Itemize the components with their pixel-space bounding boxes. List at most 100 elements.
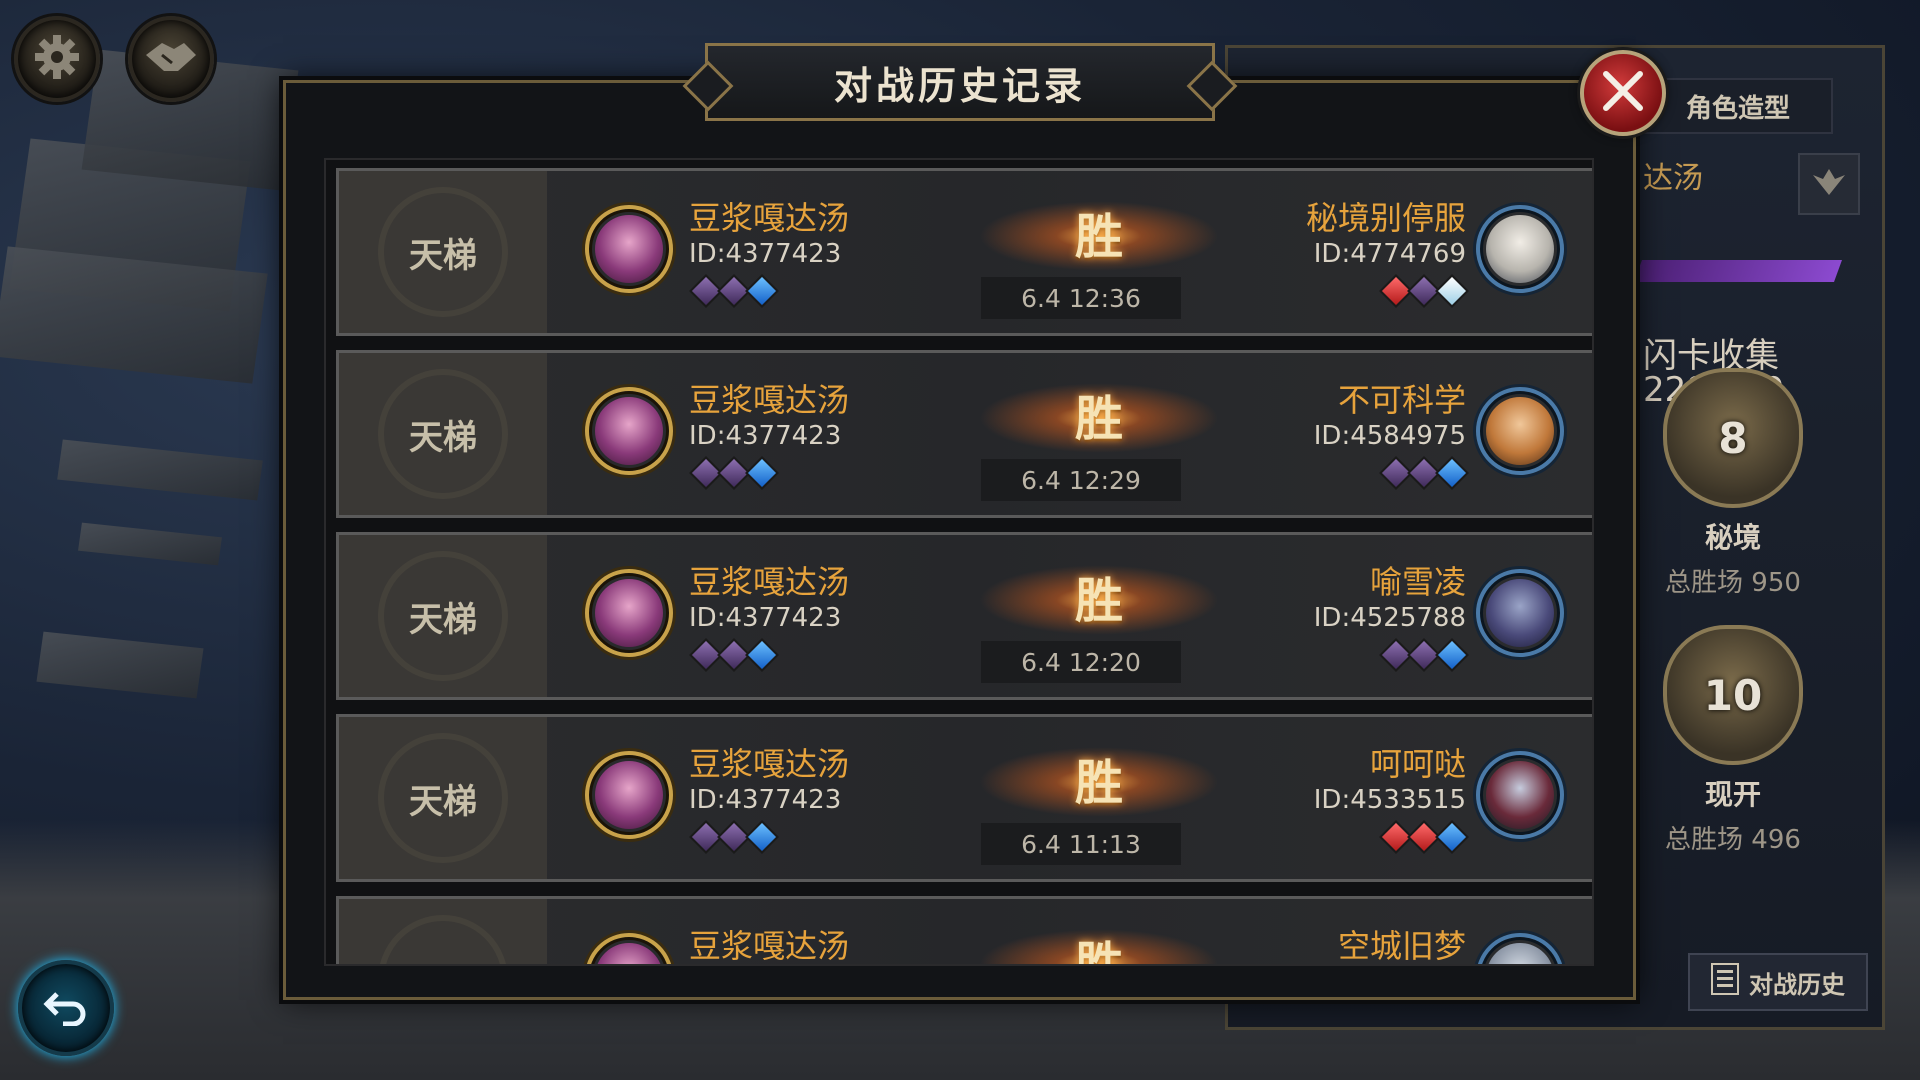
player-id: ID:4377423 [689, 239, 842, 269]
mode-label: 天梯 [409, 235, 477, 276]
opponent-name: 喻雪凌 [1369, 563, 1466, 601]
avatar-portrait [1486, 579, 1554, 647]
blue-gem-icon [1435, 456, 1469, 490]
opponent-deck-gems [1379, 638, 1469, 672]
opponent-deck-gems [1379, 456, 1469, 490]
rank-name: 秘境 [1704, 521, 1761, 554]
battle-row[interactable]: 天梯 豆浆嘎达汤 ID:4377423 胜 6.4 12:36 秘境别停服 ID… [336, 168, 1592, 336]
battle-time: 6.4 12:20 [981, 641, 1181, 683]
rank-badge[interactable]: 10 现开 总胜场 496 [1648, 625, 1818, 856]
battle-history-label: 对战历史 [1749, 969, 1845, 999]
player-id: ID:4377423 [689, 603, 842, 633]
battle-history-dialog: 天梯 豆浆嘎达汤 ID:4377423 胜 6.4 12:36 秘境别停服 ID… [283, 80, 1636, 1000]
result-label: 胜 [1074, 391, 1123, 447]
avatar-portrait [595, 761, 663, 829]
avatar-portrait [595, 215, 663, 283]
floating-rock [78, 522, 222, 566]
opponent-id: ID:4533515 [1313, 785, 1466, 815]
tab-character-skin[interactable]: 角色造型 [1643, 78, 1833, 134]
back-button[interactable] [18, 960, 114, 1056]
player-name: 豆浆嘎达汤 [689, 927, 850, 965]
opponent-avatar[interactable] [1476, 933, 1564, 964]
battle-row[interactable]: 天梯 豆浆嘎达汤 ID:4377423 胜 6.4 12:29 不可科学 ID:… [336, 350, 1592, 518]
opponent-deck-gems [1379, 820, 1469, 854]
floating-rock [36, 631, 204, 699]
dialog-title-text: 对战历史记录 [833, 62, 1086, 108]
player-deck-gems [689, 820, 779, 854]
battle-row[interactable]: 天梯 豆浆嘎达汤 ID:4377423 胜 6.4 11:13 呵呵哒 ID:4… [336, 714, 1592, 882]
opponent-name: 空城旧梦 [1337, 927, 1466, 965]
settings-button[interactable] [14, 16, 100, 102]
dialog-title: 对战历史记录 [705, 43, 1215, 121]
player-deck-gems [689, 456, 779, 490]
mode-label: 天梯 [409, 781, 477, 822]
rank-medal-icon: 10 [1663, 625, 1803, 765]
avatar-portrait [595, 397, 663, 465]
battle-list[interactable]: 天梯 豆浆嘎达汤 ID:4377423 胜 6.4 12:36 秘境别停服 ID… [324, 158, 1594, 966]
experience-bar [1633, 260, 1843, 282]
close-icon [1600, 68, 1646, 118]
mode-label: 天梯 [409, 956, 477, 965]
opponent-id: ID:4584975 [1313, 421, 1466, 451]
mode-badge: 天梯 [339, 535, 547, 697]
opponent-id: ID:4525788 [1313, 603, 1466, 633]
result-label: 胜 [1074, 755, 1123, 811]
mode-label: 天梯 [409, 417, 477, 458]
close-button[interactable] [1580, 50, 1666, 136]
avatar-portrait [1486, 943, 1554, 964]
avatar-portrait [1486, 761, 1554, 829]
player-avatar[interactable] [585, 933, 673, 964]
player-name: 豆浆嘎达汤 [689, 199, 850, 237]
avatar-portrait [1486, 215, 1554, 283]
battle-history-button[interactable]: 对战历史 [1688, 953, 1868, 1011]
player-id: ID:4377423 [689, 785, 842, 815]
opponent-avatar[interactable] [1476, 569, 1564, 657]
player-avatar[interactable] [585, 751, 673, 839]
mode-badge: 天梯 [339, 171, 547, 333]
emblem-button[interactable] [1798, 153, 1860, 215]
player-avatar[interactable] [585, 387, 673, 475]
blue-gem-icon [1435, 820, 1469, 854]
player-name: 达汤 [1643, 161, 1703, 196]
list-icon [1711, 963, 1739, 1001]
avatar-portrait [595, 943, 663, 964]
mode-badge: 天梯 [339, 899, 547, 965]
player-avatar[interactable] [585, 205, 673, 293]
social-button[interactable] [128, 16, 214, 102]
rank-wins: 总胜场 950 [1665, 568, 1801, 598]
opponent-avatar[interactable] [1476, 205, 1564, 293]
handshake-icon [144, 37, 198, 81]
blue-gem-icon [745, 274, 779, 308]
rank-wins: 总胜场 496 [1665, 825, 1801, 855]
gear-icon [32, 32, 82, 86]
battle-row[interactable]: 天梯 豆浆嘎达汤 胜 空城旧梦 [336, 896, 1592, 965]
floating-rock [57, 439, 263, 501]
white-gem-icon [1435, 274, 1469, 308]
rank-name: 现开 [1704, 778, 1761, 811]
result-label: 胜 [1074, 209, 1123, 265]
player-id: ID:4377423 [689, 421, 842, 451]
battle-time: 6.4 11:13 [981, 823, 1181, 865]
rank-badge[interactable]: 8 秘境 总胜场 950 [1648, 368, 1818, 599]
blue-gem-icon [745, 638, 779, 672]
avatar-portrait [1486, 397, 1554, 465]
blue-gem-icon [745, 456, 779, 490]
player-deck-gems [689, 274, 779, 308]
mode-label: 天梯 [409, 599, 477, 640]
opponent-name: 呵呵哒 [1369, 745, 1466, 783]
mode-badge: 天梯 [339, 353, 547, 515]
wings-emblem-icon [1809, 167, 1849, 201]
battle-time: 6.4 12:36 [981, 277, 1181, 319]
rank-medal-icon: 8 [1663, 368, 1803, 508]
avatar-portrait [595, 579, 663, 647]
opponent-avatar[interactable] [1476, 751, 1564, 839]
opponent-avatar[interactable] [1476, 387, 1564, 475]
back-arrow-icon [43, 986, 89, 1030]
player-name: 豆浆嘎达汤 [689, 381, 850, 419]
opponent-name: 不可科学 [1337, 381, 1466, 419]
battle-row[interactable]: 天梯 豆浆嘎达汤 ID:4377423 胜 6.4 12:20 喻雪凌 ID:4… [336, 532, 1592, 700]
player-avatar[interactable] [585, 569, 673, 657]
blue-gem-icon [1435, 638, 1469, 672]
player-name: 豆浆嘎达汤 [689, 563, 850, 601]
player-deck-gems [689, 638, 779, 672]
